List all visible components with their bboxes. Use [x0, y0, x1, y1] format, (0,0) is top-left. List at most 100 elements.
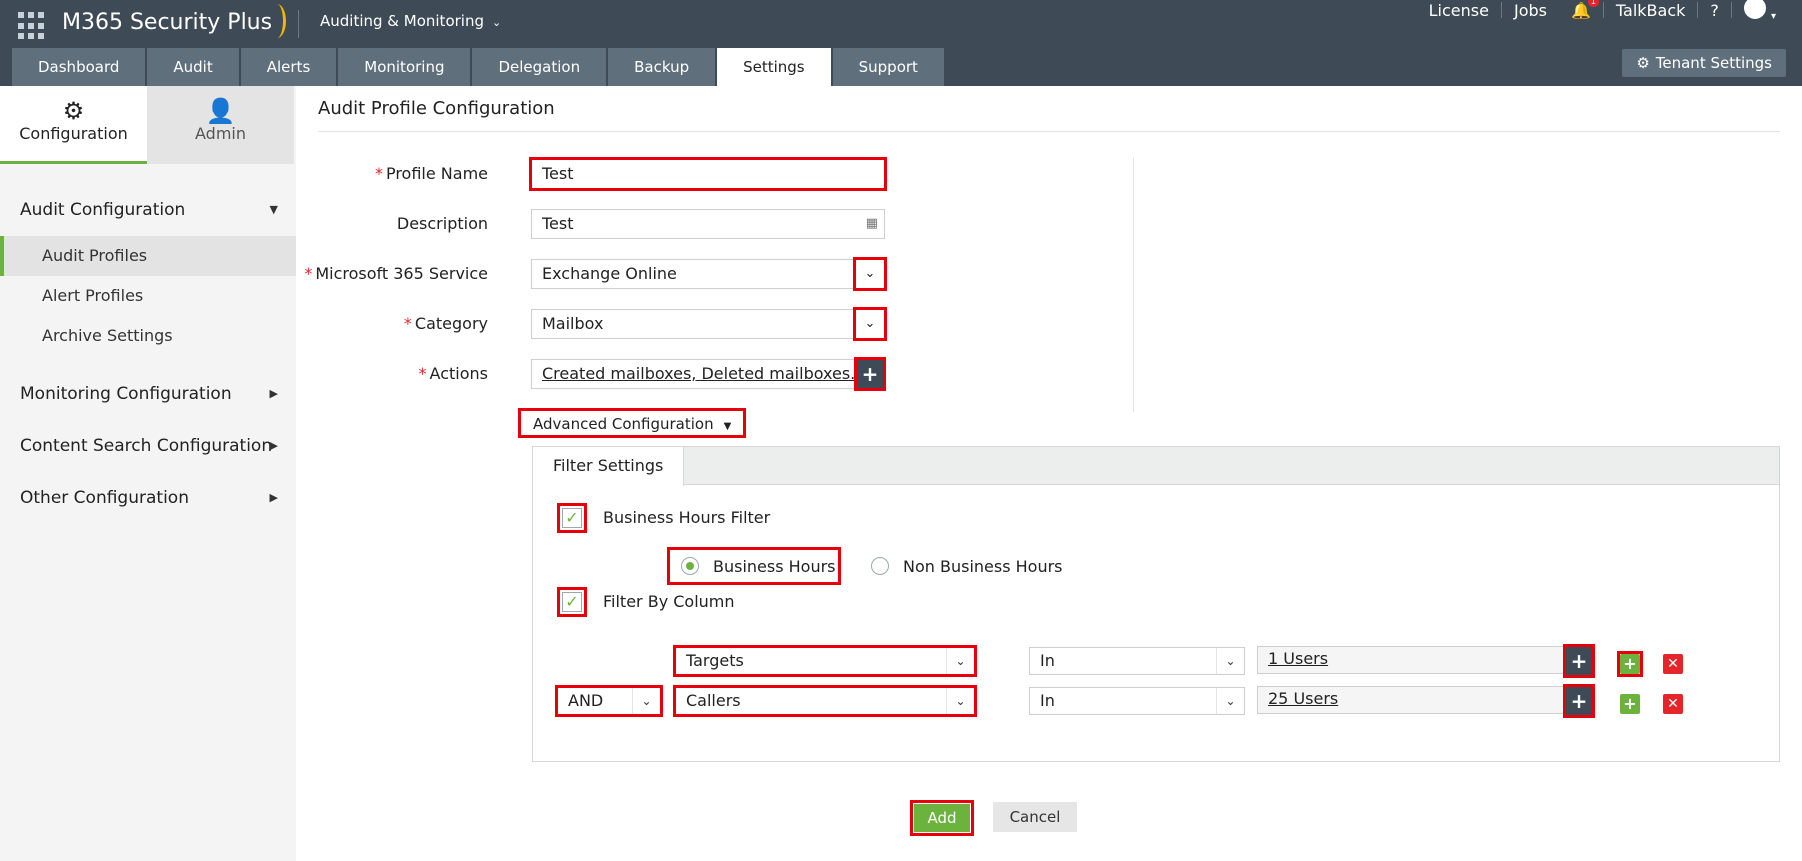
user-avatar-icon[interactable]: ▾ [1732, 0, 1788, 23]
description-input[interactable]: Test ▦ [531, 209, 885, 239]
sidebar-item-alert-profiles[interactable]: Alert Profiles [0, 276, 296, 316]
help-icon[interactable]: ? [1698, 1, 1731, 20]
filter-operator-select[interactable]: In ⌄ [1029, 687, 1245, 715]
add-filter-row-button[interactable]: + [1620, 694, 1640, 714]
chevron-down-icon: ⌄ [491, 16, 502, 29]
user-icon: 👤 [205, 97, 236, 125]
license-link[interactable]: License [1417, 1, 1501, 20]
profile-name-input[interactable]: Test [529, 157, 887, 191]
tab-backup[interactable]: Backup [608, 48, 716, 86]
main-nav: Dashboard Audit Alerts Monitoring Delega… [12, 48, 946, 86]
gear-icon: ⚙ [1636, 54, 1650, 72]
service-select[interactable]: Exchange Online [531, 259, 857, 289]
service-label: * Microsoft 365 Service [304, 264, 488, 283]
bell-icon[interactable]: 🔔 1 [1559, 0, 1603, 20]
caret-right-icon: ▶ [269, 387, 278, 400]
gear-icon: ⚙ [62, 97, 85, 125]
category-label: * Category [403, 314, 488, 333]
sidebar-group-content-search-configuration[interactable]: Content Search Configuration ▶ [0, 420, 296, 472]
tab-support[interactable]: Support [832, 48, 944, 86]
actions-field[interactable]: Created mailboxes, Deleted mailboxes... [531, 359, 857, 389]
check-icon: ✓ [565, 508, 579, 527]
filter-operator-select[interactable]: In ⌄ [1029, 647, 1245, 675]
category-dropdown-button[interactable]: ⌄ [853, 307, 887, 341]
business-hours-filter-checkbox[interactable]: ✓ [562, 508, 582, 528]
remove-filter-row-button[interactable]: ✕ [1663, 654, 1683, 674]
sidebar: ⚙ Configuration 👤 Admin Audit Configurat… [0, 86, 296, 861]
sidebar-group-monitoring-configuration[interactable]: Monitoring Configuration ▶ [0, 368, 296, 420]
filter-column-select[interactable]: Callers ⌄ [673, 685, 977, 717]
page-title: Audit Profile Configuration [318, 98, 555, 119]
top-right-links: License Jobs 🔔 1 TalkBack ? ▾ [1417, 0, 1788, 23]
business-hours-radio[interactable] [681, 557, 699, 575]
notification-badge: 1 [1587, 0, 1599, 7]
actions-link[interactable]: Created mailboxes, Deleted mailboxes... [542, 364, 856, 383]
cancel-button[interactable]: Cancel [993, 802, 1077, 832]
advanced-configuration-toggle[interactable]: Advanced Configuration ▼ [518, 408, 747, 438]
filter-value-field[interactable]: 1 Users [1257, 646, 1569, 674]
chevron-down-icon: ⌄ [946, 688, 974, 714]
plus-icon: + [1623, 694, 1637, 713]
filter-value-add-button[interactable]: + [1563, 644, 1595, 678]
tab-filter-settings[interactable]: Filter Settings [533, 447, 685, 486]
filter-value-link[interactable]: 25 Users [1268, 689, 1338, 708]
caret-down-icon: ▼ [269, 203, 278, 216]
service-dropdown-button[interactable]: ⌄ [853, 257, 887, 291]
add-actions-button[interactable]: + [854, 357, 886, 391]
chevron-down-icon: ⌄ [1216, 648, 1244, 674]
business-hours-filter-label: Business Hours Filter [603, 508, 771, 527]
caret-down-icon: ▼ [723, 421, 732, 432]
main-content: Audit Profile Configuration * Profile Nam… [296, 86, 1802, 861]
chevron-down-icon: ⌄ [864, 316, 876, 331]
close-icon: ✕ [1667, 696, 1679, 712]
tenant-settings-button[interactable]: ⚙ Tenant Settings [1622, 49, 1786, 77]
tab-audit[interactable]: Audit [147, 48, 239, 86]
plus-icon: + [1570, 649, 1588, 673]
plus-icon: + [1570, 689, 1588, 713]
tab-alerts[interactable]: Alerts [240, 48, 337, 86]
filter-by-column-checkbox[interactable]: ✓ [562, 592, 582, 612]
module-switcher[interactable]: Auditing & Monitoring ⌄ [320, 12, 501, 30]
filter-column-select[interactable]: Targets ⌄ [673, 645, 977, 677]
sidebar-item-archive-settings[interactable]: Archive Settings [0, 316, 296, 356]
category-select[interactable]: Mailbox [531, 309, 857, 339]
plus-icon: + [1623, 654, 1637, 673]
chevron-down-icon: ⌄ [632, 688, 660, 714]
filter-value-add-button[interactable]: + [1563, 684, 1595, 718]
actions-label: * Actions [418, 364, 488, 383]
sidebar-tab-admin[interactable]: 👤 Admin [147, 86, 294, 164]
sidebar-tab-configuration[interactable]: ⚙ Configuration [0, 86, 147, 164]
caret-right-icon: ▶ [269, 491, 278, 504]
remove-filter-row-button[interactable]: ✕ [1663, 694, 1683, 714]
tab-dashboard[interactable]: Dashboard [12, 48, 146, 86]
add-button[interactable]: Add [914, 804, 970, 832]
tab-delegation[interactable]: Delegation [472, 48, 607, 86]
sidebar-group-audit-configuration[interactable]: Audit Configuration ▼ [0, 184, 296, 236]
plus-icon: + [861, 362, 879, 386]
description-label: Description [396, 214, 488, 233]
text-editor-icon[interactable]: ▦ [866, 210, 878, 238]
filter-value-link[interactable]: 1 Users [1268, 649, 1328, 668]
filter-value-field[interactable]: 25 Users [1257, 686, 1569, 714]
filter-by-column-label: Filter By Column [603, 592, 735, 611]
filter-logic-select[interactable]: AND ⌄ [555, 685, 663, 717]
chevron-down-icon: ⌄ [864, 266, 876, 281]
brand-logo[interactable]: M365 Security Plus [62, 4, 287, 38]
tab-settings[interactable]: Settings [717, 48, 831, 86]
non-business-hours-label: Non Business Hours [903, 557, 1063, 576]
add-filter-row-button[interactable]: + [1620, 654, 1640, 674]
app-launcher-icon[interactable] [18, 12, 46, 40]
check-icon: ✓ [565, 592, 579, 611]
tab-monitoring[interactable]: Monitoring [338, 48, 471, 86]
profile-name-label: * Profile Name [374, 164, 488, 183]
close-icon: ✕ [1667, 656, 1679, 672]
jobs-link[interactable]: Jobs [1502, 1, 1559, 20]
business-hours-label: Business Hours [713, 557, 836, 576]
caret-right-icon: ▶ [269, 439, 278, 452]
divider [298, 10, 299, 38]
sidebar-item-audit-profiles[interactable]: Audit Profiles [0, 236, 296, 276]
sidebar-group-other-configuration[interactable]: Other Configuration ▶ [0, 472, 296, 524]
talkback-link[interactable]: TalkBack [1604, 1, 1697, 20]
filter-settings-panel: Filter Settings ✓ Business Hours Filter … [532, 446, 1780, 762]
non-business-hours-radio[interactable] [871, 557, 889, 575]
